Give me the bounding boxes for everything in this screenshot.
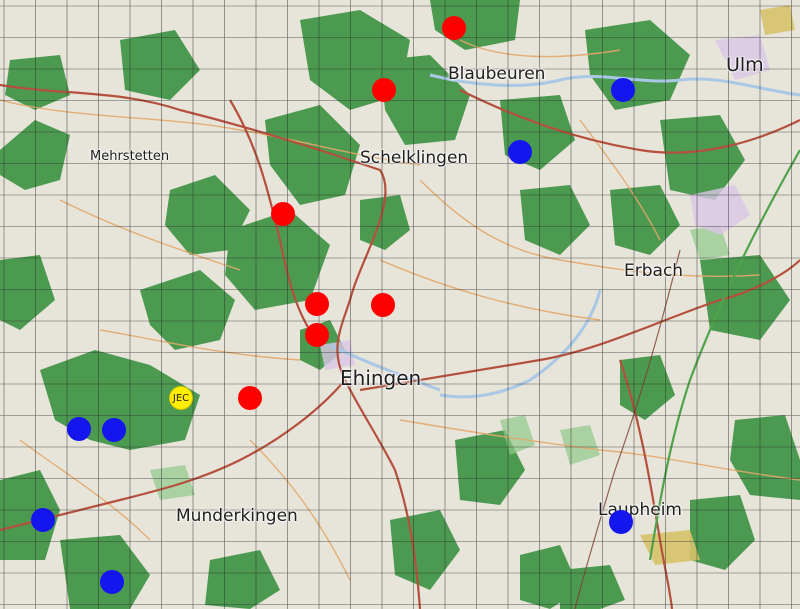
marker-red[interactable] [305, 292, 329, 316]
marker-red[interactable] [271, 202, 295, 226]
marker-blue[interactable] [611, 78, 635, 102]
marker-red[interactable] [238, 386, 262, 410]
marker-blue[interactable] [67, 417, 91, 441]
marker-red[interactable] [442, 16, 466, 40]
marker-red[interactable] [372, 78, 396, 102]
label-ehingen: Ehingen [340, 366, 422, 390]
map-canvas[interactable]: Ulm Blaubeuren Mehrstetten Schelklingen … [0, 0, 800, 609]
marker-blue[interactable] [102, 418, 126, 442]
marker-blue[interactable] [100, 570, 124, 594]
marker-blue[interactable] [508, 140, 532, 164]
marker-red[interactable] [305, 323, 329, 347]
label-munderkingen: Munderkingen [176, 506, 298, 526]
label-blaubeuren: Blaubeuren [448, 64, 546, 84]
marker-jec[interactable]: JEC [169, 386, 193, 410]
label-schelklingen: Schelklingen [360, 148, 469, 168]
marker-blue[interactable] [31, 508, 55, 532]
marker-blue[interactable] [609, 510, 633, 534]
label-ulm: Ulm [726, 54, 764, 76]
label-mehrstetten: Mehrstetten [90, 149, 170, 164]
label-erbach: Erbach [624, 261, 684, 281]
marker-red[interactable] [371, 293, 395, 317]
